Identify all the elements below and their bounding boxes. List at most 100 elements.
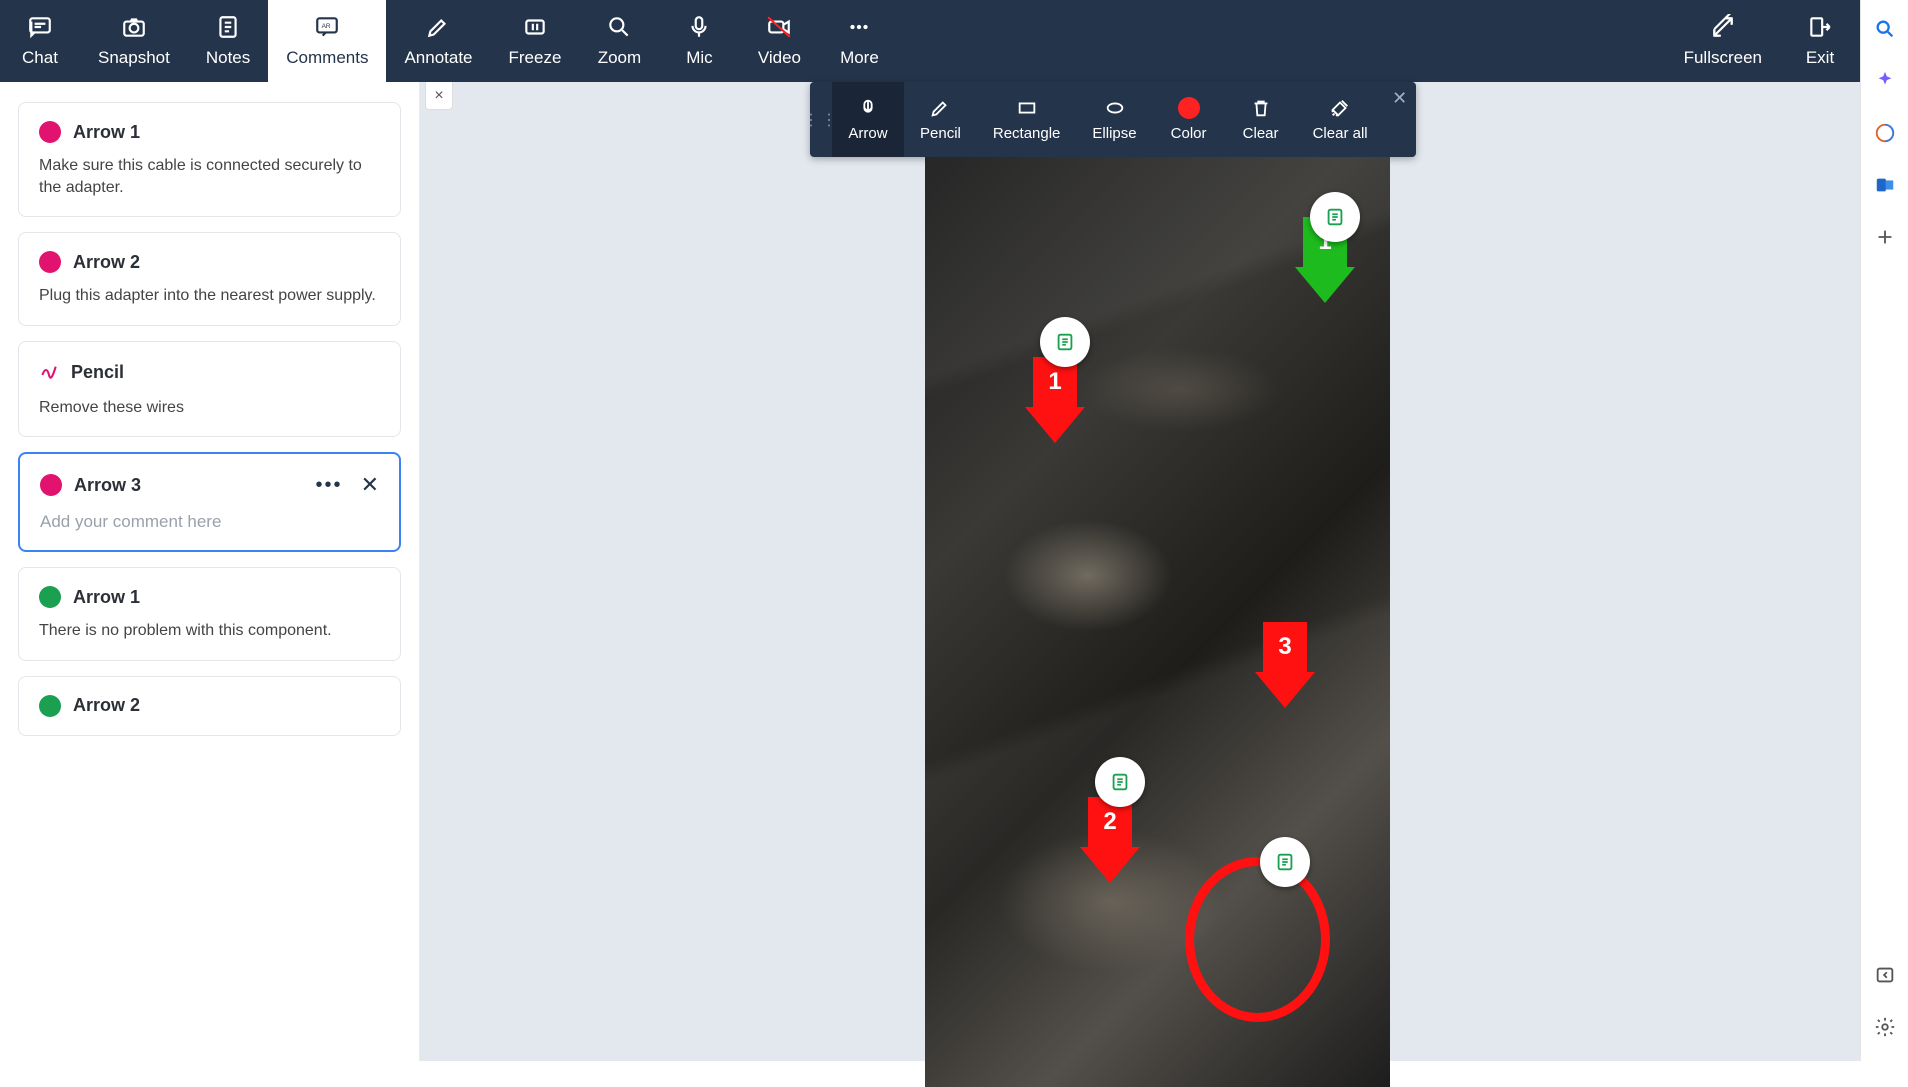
comment-card-selected[interactable]: Arrow 3 ••• ✕ Add your comment here: [18, 452, 401, 552]
exit-label: Exit: [1806, 48, 1834, 68]
clear-all-label: Clear all: [1313, 125, 1368, 142]
chat-label: Chat: [22, 48, 58, 68]
trash-icon: [1250, 97, 1272, 119]
annotation-arrow-red-1[interactable]: 1: [1025, 357, 1085, 443]
rectangle-tool-button[interactable]: Rectangle: [977, 82, 1077, 157]
chat-button[interactable]: Chat: [0, 0, 80, 82]
arrow-red-icon: [39, 121, 61, 143]
comments-sidebar: Arrow 1 Make sure this cable is connecte…: [0, 82, 420, 1061]
note-dot[interactable]: [1310, 192, 1360, 242]
comment-title: Arrow 1: [73, 122, 140, 143]
image-canvas[interactable]: 1 1 3 2: [925, 157, 1390, 1087]
notes-label: Notes: [206, 48, 250, 68]
more-label: More: [840, 48, 879, 68]
freeze-label: Freeze: [509, 48, 562, 68]
zoom-button[interactable]: Zoom: [579, 0, 659, 82]
comments-button[interactable]: AR Comments: [268, 0, 386, 82]
annotate-button[interactable]: Annotate: [386, 0, 490, 82]
comment-title: Arrow 2: [73, 252, 140, 273]
office-icon[interactable]: [1874, 122, 1896, 149]
comment-close-button[interactable]: ✕: [361, 472, 379, 498]
svg-text:AR: AR: [322, 23, 331, 30]
arrow-tool-label: Arrow: [848, 125, 887, 142]
annotation-toolbar[interactable]: ⋮⋮ Arrow Pencil Rectangle Ellipse: [810, 82, 1416, 157]
snapshot-button[interactable]: Snapshot: [80, 0, 188, 82]
annotation-toolbar-close[interactable]: ✕: [1384, 82, 1416, 157]
ellipse-tool-label: Ellipse: [1092, 125, 1136, 142]
ellipse-icon: [1104, 97, 1126, 119]
pencil-icon: [929, 97, 951, 119]
camera-icon: [121, 14, 147, 40]
comment-text: Remove these wires: [39, 397, 380, 419]
comment-title: Arrow 1: [73, 587, 140, 608]
arrow-tool-button[interactable]: Arrow: [832, 82, 904, 157]
color-swatch-icon: [1178, 97, 1200, 119]
rectangle-tool-label: Rectangle: [993, 125, 1061, 142]
clear-all-button[interactable]: Clear all: [1297, 82, 1384, 157]
arrow-red-icon: [40, 474, 62, 496]
annotation-arrow-red-2[interactable]: 2: [1080, 797, 1140, 883]
mic-label: Mic: [686, 48, 712, 68]
pencil-tool-label: Pencil: [920, 125, 961, 142]
search-icon[interactable]: [1874, 18, 1896, 45]
comments-icon: AR: [314, 14, 340, 40]
notes-icon: [215, 14, 241, 40]
note-dot[interactable]: [1095, 757, 1145, 807]
clear-label: Clear: [1243, 125, 1279, 142]
settings-icon[interactable]: [1874, 1016, 1896, 1043]
fullscreen-icon: [1710, 14, 1736, 40]
exit-icon: [1807, 14, 1833, 40]
fullscreen-button[interactable]: Fullscreen: [1666, 0, 1780, 82]
add-icon[interactable]: [1874, 226, 1896, 253]
arrow-green-icon: [39, 586, 61, 608]
comment-title: Arrow 2: [73, 695, 140, 716]
ellipse-tool-button[interactable]: Ellipse: [1076, 82, 1152, 157]
annotate-icon: [425, 14, 451, 40]
drag-handle-icon[interactable]: ⋮⋮: [810, 82, 832, 157]
mic-icon: [686, 14, 712, 40]
arrow-green-icon: [39, 695, 61, 717]
mic-button[interactable]: Mic: [659, 0, 739, 82]
comment-card[interactable]: Arrow 2: [18, 676, 401, 736]
fullscreen-label: Fullscreen: [1684, 48, 1762, 68]
expand-panel-icon[interactable]: [1874, 964, 1896, 991]
comment-input[interactable]: Add your comment here: [40, 512, 379, 532]
note-icon: [1054, 331, 1076, 353]
copilot-icon[interactable]: [1874, 70, 1896, 97]
comment-more-button[interactable]: •••: [316, 474, 343, 497]
annotation-arrow-red-3[interactable]: 3: [1255, 622, 1315, 708]
note-dot[interactable]: [1040, 317, 1090, 367]
pencil-tool-button[interactable]: Pencil: [904, 82, 977, 157]
viewer-area: ⋮⋮ Arrow Pencil Rectangle Ellipse: [420, 82, 1860, 1061]
exit-button[interactable]: Exit: [1780, 0, 1860, 82]
comment-text: Plug this adapter into the nearest power…: [39, 285, 380, 307]
clear-button[interactable]: Clear: [1225, 82, 1297, 157]
comment-card[interactable]: Arrow 1 Make sure this cable is connecte…: [18, 102, 401, 217]
toolbar-spacer: [899, 0, 1665, 82]
comment-card[interactable]: Pencil Remove these wires: [18, 341, 401, 438]
outlook-icon[interactable]: [1874, 174, 1896, 201]
zoom-icon: [606, 14, 632, 40]
annotation-circle[interactable]: [1185, 857, 1330, 1022]
note-icon: [1109, 771, 1131, 793]
comments-label: Comments: [286, 48, 368, 68]
sidebar-close-tab[interactable]: ×: [425, 82, 453, 110]
chat-icon: [27, 14, 53, 40]
comment-text: Make sure this cable is connected secure…: [39, 155, 380, 198]
arrow-down-icon: [857, 97, 879, 119]
notes-button[interactable]: Notes: [188, 0, 268, 82]
snapshot-label: Snapshot: [98, 48, 170, 68]
note-icon: [1274, 851, 1296, 873]
comment-card[interactable]: Arrow 2 Plug this adapter into the neare…: [18, 232, 401, 326]
arrow-number: 3: [1263, 622, 1307, 672]
more-button[interactable]: More: [819, 0, 899, 82]
broom-icon: [1329, 97, 1351, 119]
video-button[interactable]: Video: [739, 0, 819, 82]
pencil-icon: [39, 360, 59, 385]
freeze-button[interactable]: Freeze: [491, 0, 580, 82]
note-dot[interactable]: [1260, 837, 1310, 887]
color-tool-button[interactable]: Color: [1153, 82, 1225, 157]
freeze-icon: [522, 14, 548, 40]
color-tool-label: Color: [1171, 125, 1207, 142]
comment-card[interactable]: Arrow 1 There is no problem with this co…: [18, 567, 401, 661]
